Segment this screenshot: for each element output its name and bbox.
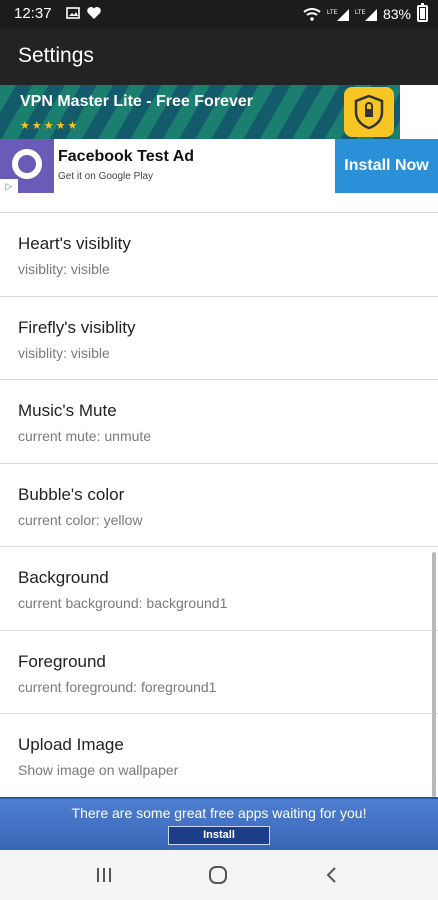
settings-list: Heart's visiblity visiblity: visible Fir… [0,213,438,798]
setting-title: Bubble's color [18,484,125,504]
lte-signal-icon: LTE [355,8,377,21]
status-bar: 12:37 LTE LTE 83% [0,0,438,28]
navigation-bar [0,850,438,900]
setting-title: Foreground [18,651,106,671]
promo-text: There are some great free apps waiting f… [71,805,367,821]
setting-bubble-color[interactable]: Bubble's color current color: yellow [0,464,438,547]
lte-signal-icon: LTE [327,8,349,21]
setting-hearts-visibility[interactable]: Heart's visiblity visiblity: visible [0,213,438,297]
ad-subtitle: Get it on Google Play [58,171,154,182]
status-time: 12:37 [14,5,52,22]
setting-title: Firefly's visiblity [18,317,136,337]
vpn-ad-title: VPN Master Lite - Free Forever [20,93,253,110]
status-right-icons: LTE LTE 83% [303,3,428,22]
setting-summary: visiblity: visible [18,261,110,277]
heart-icon [87,7,101,20]
promo-install-button[interactable]: Install [168,826,270,845]
scrollbar[interactable] [432,552,436,797]
battery-icon [417,3,428,22]
wifi-icon [303,7,321,21]
facebook-ad-banner[interactable]: ▷ Facebook Test Ad Get it on Google Play… [0,139,438,193]
setting-upload-image[interactable]: Upload Image Show image on wallpaper [0,714,438,798]
ad-title: Facebook Test Ad [58,148,195,165]
setting-firefly-visibility[interactable]: Firefly's visiblity visiblity: visible [0,297,438,380]
setting-title: Heart's visiblity [18,234,131,253]
svg-text:LTE: LTE [327,10,338,16]
vpn-ad-banner[interactable]: VPN Master Lite - Free Forever ★★★★★ [0,85,438,139]
promo-banner[interactable]: There are some great free apps waiting f… [0,797,438,850]
setting-title: Music's Mute [18,401,117,420]
install-now-button[interactable]: Install Now [335,139,438,193]
setting-music-mute[interactable]: Music's Mute current mute: unmute [0,380,438,464]
setting-summary: current color: yellow [18,511,143,528]
setting-summary: current mute: unmute [18,428,152,444]
rating-stars: ★★★★★ [20,120,80,132]
ad-choices-icon[interactable]: ▷ [0,179,18,193]
setting-summary: visiblity: visible [18,344,110,361]
svg-text:LTE: LTE [355,10,366,16]
battery-percent: 83% [382,5,411,22]
back-icon[interactable] [320,864,344,886]
setting-title: Upload Image [18,735,124,754]
image-icon [66,7,80,19]
setting-summary: Show image on wallpaper [18,762,179,778]
page-title: Settings [18,44,94,67]
status-left-icons [66,6,102,20]
setting-summary: current foreground: foreground1 [18,678,217,695]
setting-background[interactable]: Background current background: backgroun… [0,547,438,631]
vpn-shield-icon [344,87,394,137]
setting-foreground[interactable]: Foreground current foreground: foregroun… [0,631,438,714]
home-icon[interactable] [206,864,230,886]
recents-icon[interactable] [92,864,116,886]
app-bar: Settings [0,28,438,85]
setting-title: Background [18,568,109,587]
setting-summary: current background: background1 [18,595,228,611]
